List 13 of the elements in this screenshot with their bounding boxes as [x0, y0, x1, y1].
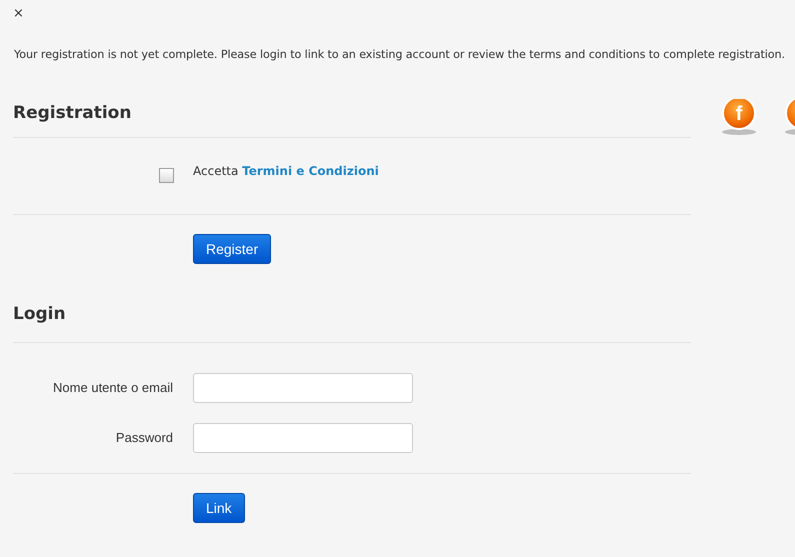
checkbox[interactable]: [159, 168, 174, 183]
section-heading: Login: [13, 304, 67, 324]
terms-link[interactable]: Termini e Condizioni: [242, 164, 379, 178]
status-message: Your registration is not yet complete. Please login to link to an existing account or review the terms and conditions to complete registration.: [14, 47, 786, 63]
input-field[interactable]: [193, 373, 413, 404]
register-button[interactable]: Register: [193, 234, 272, 264]
section-heading: Registration: [13, 102, 132, 124]
field-label: Nome utente o email: [52, 379, 173, 398]
field-label: Password: [114, 429, 173, 448]
link-button[interactable]: Link: [193, 493, 245, 524]
terms-label: Accetta Termini e Condizioni: [193, 162, 379, 180]
close-button[interactable]: ×: [13, 7, 24, 20]
input-field[interactable]: [193, 423, 413, 454]
